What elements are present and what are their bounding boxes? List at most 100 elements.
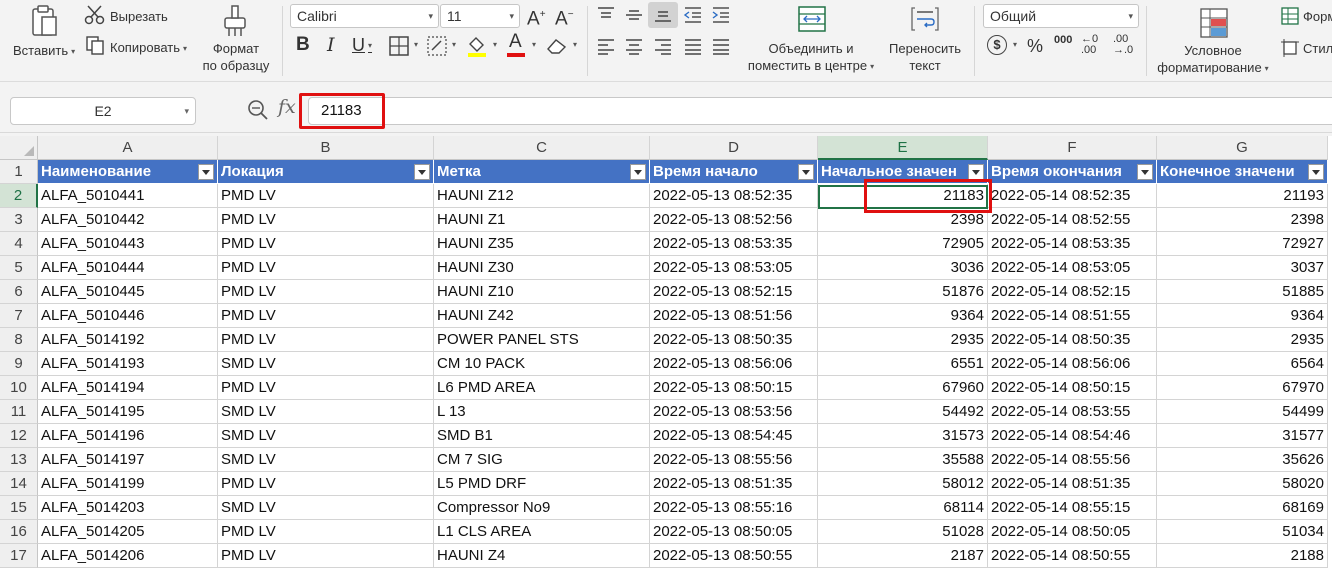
currency-button[interactable]: $ [987,35,1007,55]
table-cell[interactable]: ALFA_5014199 [38,472,218,496]
table-cell[interactable]: ALFA_5014205 [38,520,218,544]
filter-dropdown-icon[interactable] [968,164,984,180]
chevron-down-icon[interactable]: ▾ [1013,40,1017,49]
table-cell[interactable]: 2022-05-13 08:50:35 [650,328,818,352]
table-cell[interactable]: 72927 [1157,232,1328,256]
table-cell[interactable]: 2022-05-14 08:50:15 [988,376,1157,400]
table-cell[interactable]: ALFA_5010445 [38,280,218,304]
table-cell[interactable]: L1 CLS AREA [434,520,650,544]
table-cell[interactable]: PMD LV [218,256,434,280]
table-cell[interactable]: ALFA_5010446 [38,304,218,328]
zoom-icon[interactable] [247,99,269,121]
row-header-8[interactable]: 8 [0,328,38,352]
table-cell[interactable]: 2022-05-13 08:50:55 [650,544,818,568]
table-header-cell[interactable]: Время начало [650,160,818,184]
align-middle-icon[interactable] [624,6,644,24]
table-cell[interactable]: 35626 [1157,448,1328,472]
table-cell[interactable]: 67970 [1157,376,1328,400]
table-cell[interactable]: 31577 [1157,424,1328,448]
table-cell[interactable]: 51028 [818,520,988,544]
table-cell[interactable]: 2188 [1157,544,1328,568]
column-header-e[interactable]: E [818,136,988,160]
table-cell[interactable]: HAUNI Z10 [434,280,650,304]
table-cell[interactable]: ALFA_5014206 [38,544,218,568]
cell-styles-button[interactable]: Стил [1279,38,1332,60]
chevron-down-icon[interactable]: ▾ [532,40,536,49]
table-cell[interactable]: 2022-05-13 08:50:05 [650,520,818,544]
table-cell[interactable]: PMD LV [218,472,434,496]
fill-color-icon[interactable] [466,34,488,58]
number-format-select[interactable]: Общий ▾ [983,4,1139,28]
table-cell[interactable]: 72905 [818,232,988,256]
table-cell[interactable]: 51885 [1157,280,1328,304]
table-cell[interactable]: 2022-05-13 08:54:45 [650,424,818,448]
column-header-f[interactable]: F [988,136,1157,160]
merge-center-button[interactable]: Объединить и поместить в центре ▾ [740,2,882,74]
fx-icon[interactable]: fx [278,96,296,118]
table-cell[interactable]: 2022-05-13 08:51:35 [650,472,818,496]
table-cell[interactable]: ALFA_5010441 [38,184,218,208]
cell-styles-icon[interactable] [427,36,447,56]
table-cell[interactable]: 2022-05-13 08:51:56 [650,304,818,328]
table-header-cell[interactable]: Локация [218,160,434,184]
conditional-formatting-button[interactable]: Условное форматирование ▾ [1150,2,1276,76]
table-header-cell[interactable]: Время окончания [988,160,1157,184]
table-cell[interactable]: 2022-05-13 08:52:15 [650,280,818,304]
table-cell[interactable]: 2022-05-14 08:51:55 [988,304,1157,328]
borders-icon[interactable] [389,36,409,56]
row-header-11[interactable]: 11 [0,400,38,424]
table-cell[interactable]: ALFA_5014192 [38,328,218,352]
table-cell[interactable]: HAUNI Z42 [434,304,650,328]
table-cell[interactable]: PMD LV [218,328,434,352]
table-cell[interactable]: 2935 [818,328,988,352]
align-left-icon[interactable] [596,38,616,56]
chevron-down-icon[interactable]: ▾ [573,40,577,49]
table-cell[interactable]: 67960 [818,376,988,400]
table-cell[interactable]: 68114 [818,496,988,520]
distributed-icon[interactable] [711,38,731,56]
table-cell[interactable]: 2022-05-14 08:50:55 [988,544,1157,568]
justify-icon[interactable] [683,38,703,56]
table-cell[interactable]: 2022-05-13 08:55:56 [650,448,818,472]
table-cell[interactable]: 2022-05-13 08:50:15 [650,376,818,400]
table-cell[interactable]: HAUNI Z12 [434,184,650,208]
filter-dropdown-icon[interactable] [414,164,430,180]
table-cell[interactable]: SMD LV [218,448,434,472]
wrap-text-button[interactable]: Переносить текст [884,2,966,74]
column-header-a[interactable]: A [38,136,218,160]
table-cell[interactable]: L 13 [434,400,650,424]
row-header-16[interactable]: 16 [0,520,38,544]
table-header-cell[interactable]: Наименование [38,160,218,184]
table-cell[interactable]: 2022-05-14 08:54:46 [988,424,1157,448]
row-header-1[interactable]: 1 [0,160,38,184]
font-color-icon[interactable]: A [509,32,522,52]
table-cell[interactable]: 2022-05-14 08:56:06 [988,352,1157,376]
row-header-3[interactable]: 3 [0,208,38,232]
table-cell[interactable]: ALFA_5014194 [38,376,218,400]
table-cell[interactable]: CM 10 PACK [434,352,650,376]
align-right-icon[interactable] [653,38,673,56]
spreadsheet-grid[interactable]: A B C D E F G 1 2 3 4 5 6 7 8 9 10 11 12 13 14 15 16 17 Наименов… [0,136,1332,575]
table-cell[interactable]: 35588 [818,448,988,472]
table-cell[interactable]: Compressor No9 [434,496,650,520]
align-top-icon[interactable] [596,6,616,24]
filter-dropdown-icon[interactable] [630,164,646,180]
chevron-down-icon[interactable]: ▾ [452,40,456,49]
bold-button[interactable]: B [296,35,310,55]
table-cell[interactable]: 2022-05-14 08:52:55 [988,208,1157,232]
row-header-5[interactable]: 5 [0,256,38,280]
row-header-13[interactable]: 13 [0,448,38,472]
table-cell[interactable]: 58020 [1157,472,1328,496]
table-cell[interactable]: 51876 [818,280,988,304]
increase-decimal-icon[interactable]: ←0.00 [1081,34,1098,56]
table-cell[interactable]: PMD LV [218,280,434,304]
table-cell[interactable]: HAUNI Z30 [434,256,650,280]
table-cell[interactable]: ALFA_5014203 [38,496,218,520]
table-cell[interactable]: 2022-05-14 08:50:05 [988,520,1157,544]
table-cell[interactable]: 2022-05-14 08:55:56 [988,448,1157,472]
format-painter-button[interactable]: Формат по образцу [198,2,274,74]
table-cell[interactable]: 6564 [1157,352,1328,376]
percent-button[interactable]: % [1027,36,1043,56]
table-cell[interactable]: SMD LV [218,352,434,376]
column-header-d[interactable]: D [650,136,818,160]
